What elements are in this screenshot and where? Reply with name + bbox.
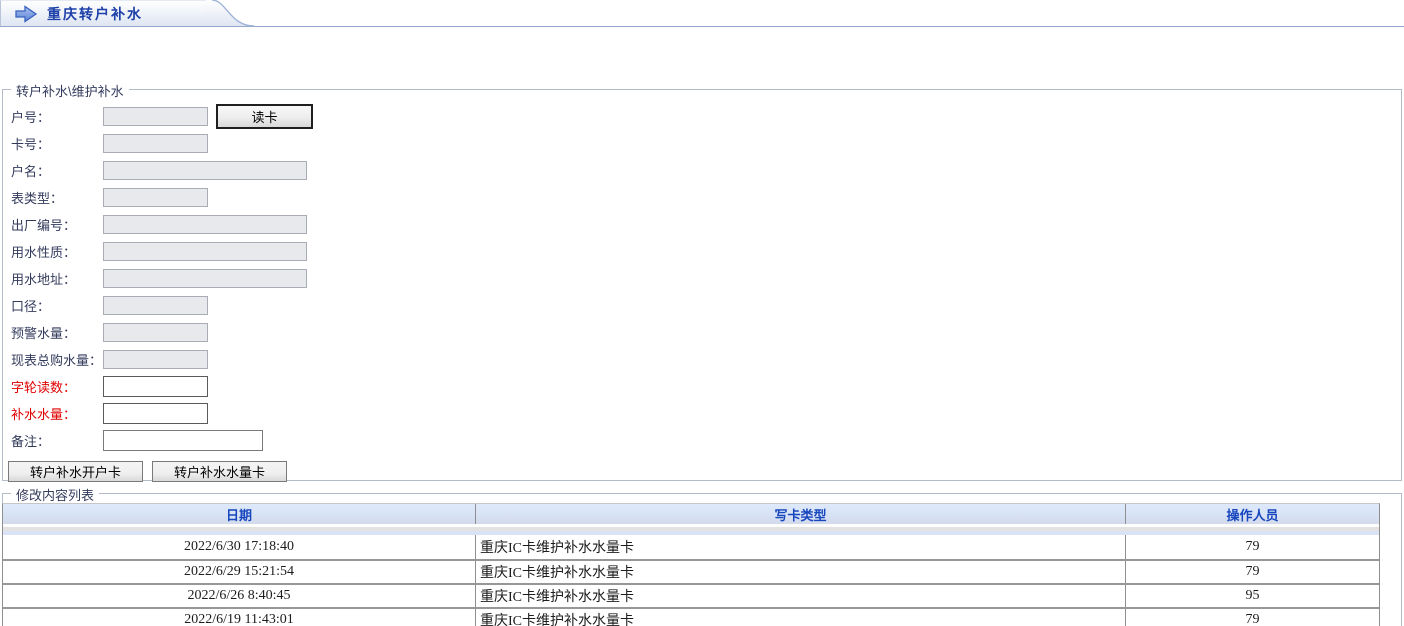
form-row-water-use-type: 用水性质： bbox=[11, 238, 1401, 265]
tab-curve-decoration bbox=[206, 0, 254, 26]
column-header-date: 日期 bbox=[3, 504, 475, 524]
form-row-caliber: 口径： bbox=[11, 292, 1401, 319]
history-groupbox-legend: 修改内容列表 bbox=[11, 485, 99, 504]
form-row-account-number: 户号： 读卡 bbox=[11, 103, 1401, 130]
label-account-number: 户号： bbox=[11, 107, 103, 126]
label-meter-type: 表类型： bbox=[11, 188, 103, 207]
warning-volume-input bbox=[103, 323, 208, 342]
form-row-total-purchased-volume: 现表总购水量： bbox=[11, 346, 1401, 373]
form-row-replenish-volume: 补水水量： bbox=[11, 400, 1401, 427]
label-factory-number: 出厂编号： bbox=[11, 215, 103, 234]
card-number-input bbox=[103, 134, 208, 153]
label-warning-volume: 预警水量： bbox=[11, 323, 103, 342]
cell-card-type: 重庆IC卡维护补水水量卡 bbox=[475, 609, 1125, 626]
caliber-input bbox=[103, 296, 208, 315]
cell-date: 2022/6/30 17:18:40 bbox=[3, 535, 475, 559]
cell-card-type: 重庆IC卡维护补水水量卡 bbox=[475, 585, 1125, 607]
transfer-open-card-button[interactable]: 转户补水开户卡 bbox=[8, 461, 143, 482]
form-row-remark: 备注： bbox=[11, 427, 1401, 454]
column-header-operator: 操作人员 bbox=[1125, 504, 1379, 524]
history-table-body: 2022/6/30 17:18:40重庆IC卡维护补水水量卡792022/6/2… bbox=[3, 535, 1379, 626]
history-table-row: 2022/6/26 8:40:45重庆IC卡维护补水水量卡95 bbox=[3, 583, 1379, 607]
history-table: 日期 写卡类型 操作人员 2022/6/30 17:18:40重庆IC卡维护补水… bbox=[2, 503, 1380, 626]
tab-bar: 重庆转户补水 bbox=[0, 0, 1404, 27]
label-remark: 备注： bbox=[11, 431, 103, 450]
transfer-amount-card-button[interactable]: 转户补水水量卡 bbox=[152, 461, 287, 482]
form-row-water-address: 用水地址： bbox=[11, 265, 1401, 292]
label-total-purchased-volume: 现表总购水量： bbox=[11, 350, 103, 369]
label-wheel-reading: 字轮读数： bbox=[11, 377, 103, 396]
card-buttons-row: 转户补水开户卡 转户补水水量卡 bbox=[8, 461, 1401, 482]
column-header-card-type: 写卡类型 bbox=[475, 504, 1125, 524]
remark-input[interactable] bbox=[103, 430, 263, 451]
total-purchased-volume-input bbox=[103, 350, 208, 369]
water-use-type-input bbox=[103, 242, 307, 261]
label-caliber: 口径： bbox=[11, 296, 103, 315]
history-table-row: 2022/6/30 17:18:40重庆IC卡维护补水水量卡79 bbox=[3, 535, 1379, 559]
form-row-factory-number: 出厂编号： bbox=[11, 211, 1401, 238]
label-card-number: 卡号： bbox=[11, 134, 103, 153]
history-table-header: 日期 写卡类型 操作人员 bbox=[3, 504, 1379, 524]
label-water-use-type: 用水性质： bbox=[11, 242, 103, 261]
form-row-meter-type: 表类型： bbox=[11, 184, 1401, 211]
account-number-input bbox=[103, 107, 208, 126]
wheel-reading-input[interactable] bbox=[103, 376, 208, 397]
form-row-card-number: 卡号： bbox=[11, 130, 1401, 157]
form-row-account-name: 户名： bbox=[11, 157, 1401, 184]
blue-right-arrow-icon bbox=[14, 5, 38, 23]
water-address-input bbox=[103, 269, 307, 288]
account-name-input bbox=[103, 161, 307, 180]
history-table-row: 2022/6/29 15:21:54重庆IC卡维护补水水量卡79 bbox=[3, 559, 1379, 583]
form-rows: 户号： 读卡卡号： 户名： 表类型： 出厂编号： 用水性质： 用水地址： 口径： 预警水量： 现表… bbox=[11, 103, 1401, 454]
meter-type-input bbox=[103, 188, 208, 207]
read-card-button[interactable]: 读卡 bbox=[216, 104, 313, 129]
replenish-volume-input[interactable] bbox=[103, 403, 208, 424]
form-row-wheel-reading: 字轮读数： bbox=[11, 373, 1401, 400]
history-table-row: 2022/6/19 11:43:01重庆IC卡维护补水水量卡79 bbox=[3, 607, 1379, 626]
label-water-address: 用水地址： bbox=[11, 269, 103, 288]
cell-operator: 79 bbox=[1125, 609, 1379, 626]
cell-date: 2022/6/19 11:43:01 bbox=[3, 609, 475, 626]
form-row-warning-volume: 预警水量： bbox=[11, 319, 1401, 346]
form-groupbox-legend: 转户补水\维护补水 bbox=[11, 81, 129, 100]
page-title: 重庆转户补水 bbox=[47, 4, 143, 24]
cell-operator: 79 bbox=[1125, 535, 1379, 559]
cell-operator: 95 bbox=[1125, 585, 1379, 607]
cell-date: 2022/6/29 15:21:54 bbox=[3, 561, 475, 583]
cell-date: 2022/6/26 8:40:45 bbox=[3, 585, 475, 607]
cell-operator: 79 bbox=[1125, 561, 1379, 583]
cell-card-type: 重庆IC卡维护补水水量卡 bbox=[475, 561, 1125, 583]
label-account-name: 户名： bbox=[11, 161, 103, 180]
form-groupbox: 转户补水\维护补水 户号：读卡卡号：户名：表类型：出厂编号：用水性质：用水地址：… bbox=[2, 89, 1402, 481]
cell-card-type: 重庆IC卡维护补水水量卡 bbox=[475, 535, 1125, 559]
label-replenish-volume: 补水水量： bbox=[11, 404, 103, 423]
tab-current-page[interactable]: 重庆转户补水 bbox=[0, 0, 206, 26]
factory-number-input bbox=[103, 215, 307, 234]
